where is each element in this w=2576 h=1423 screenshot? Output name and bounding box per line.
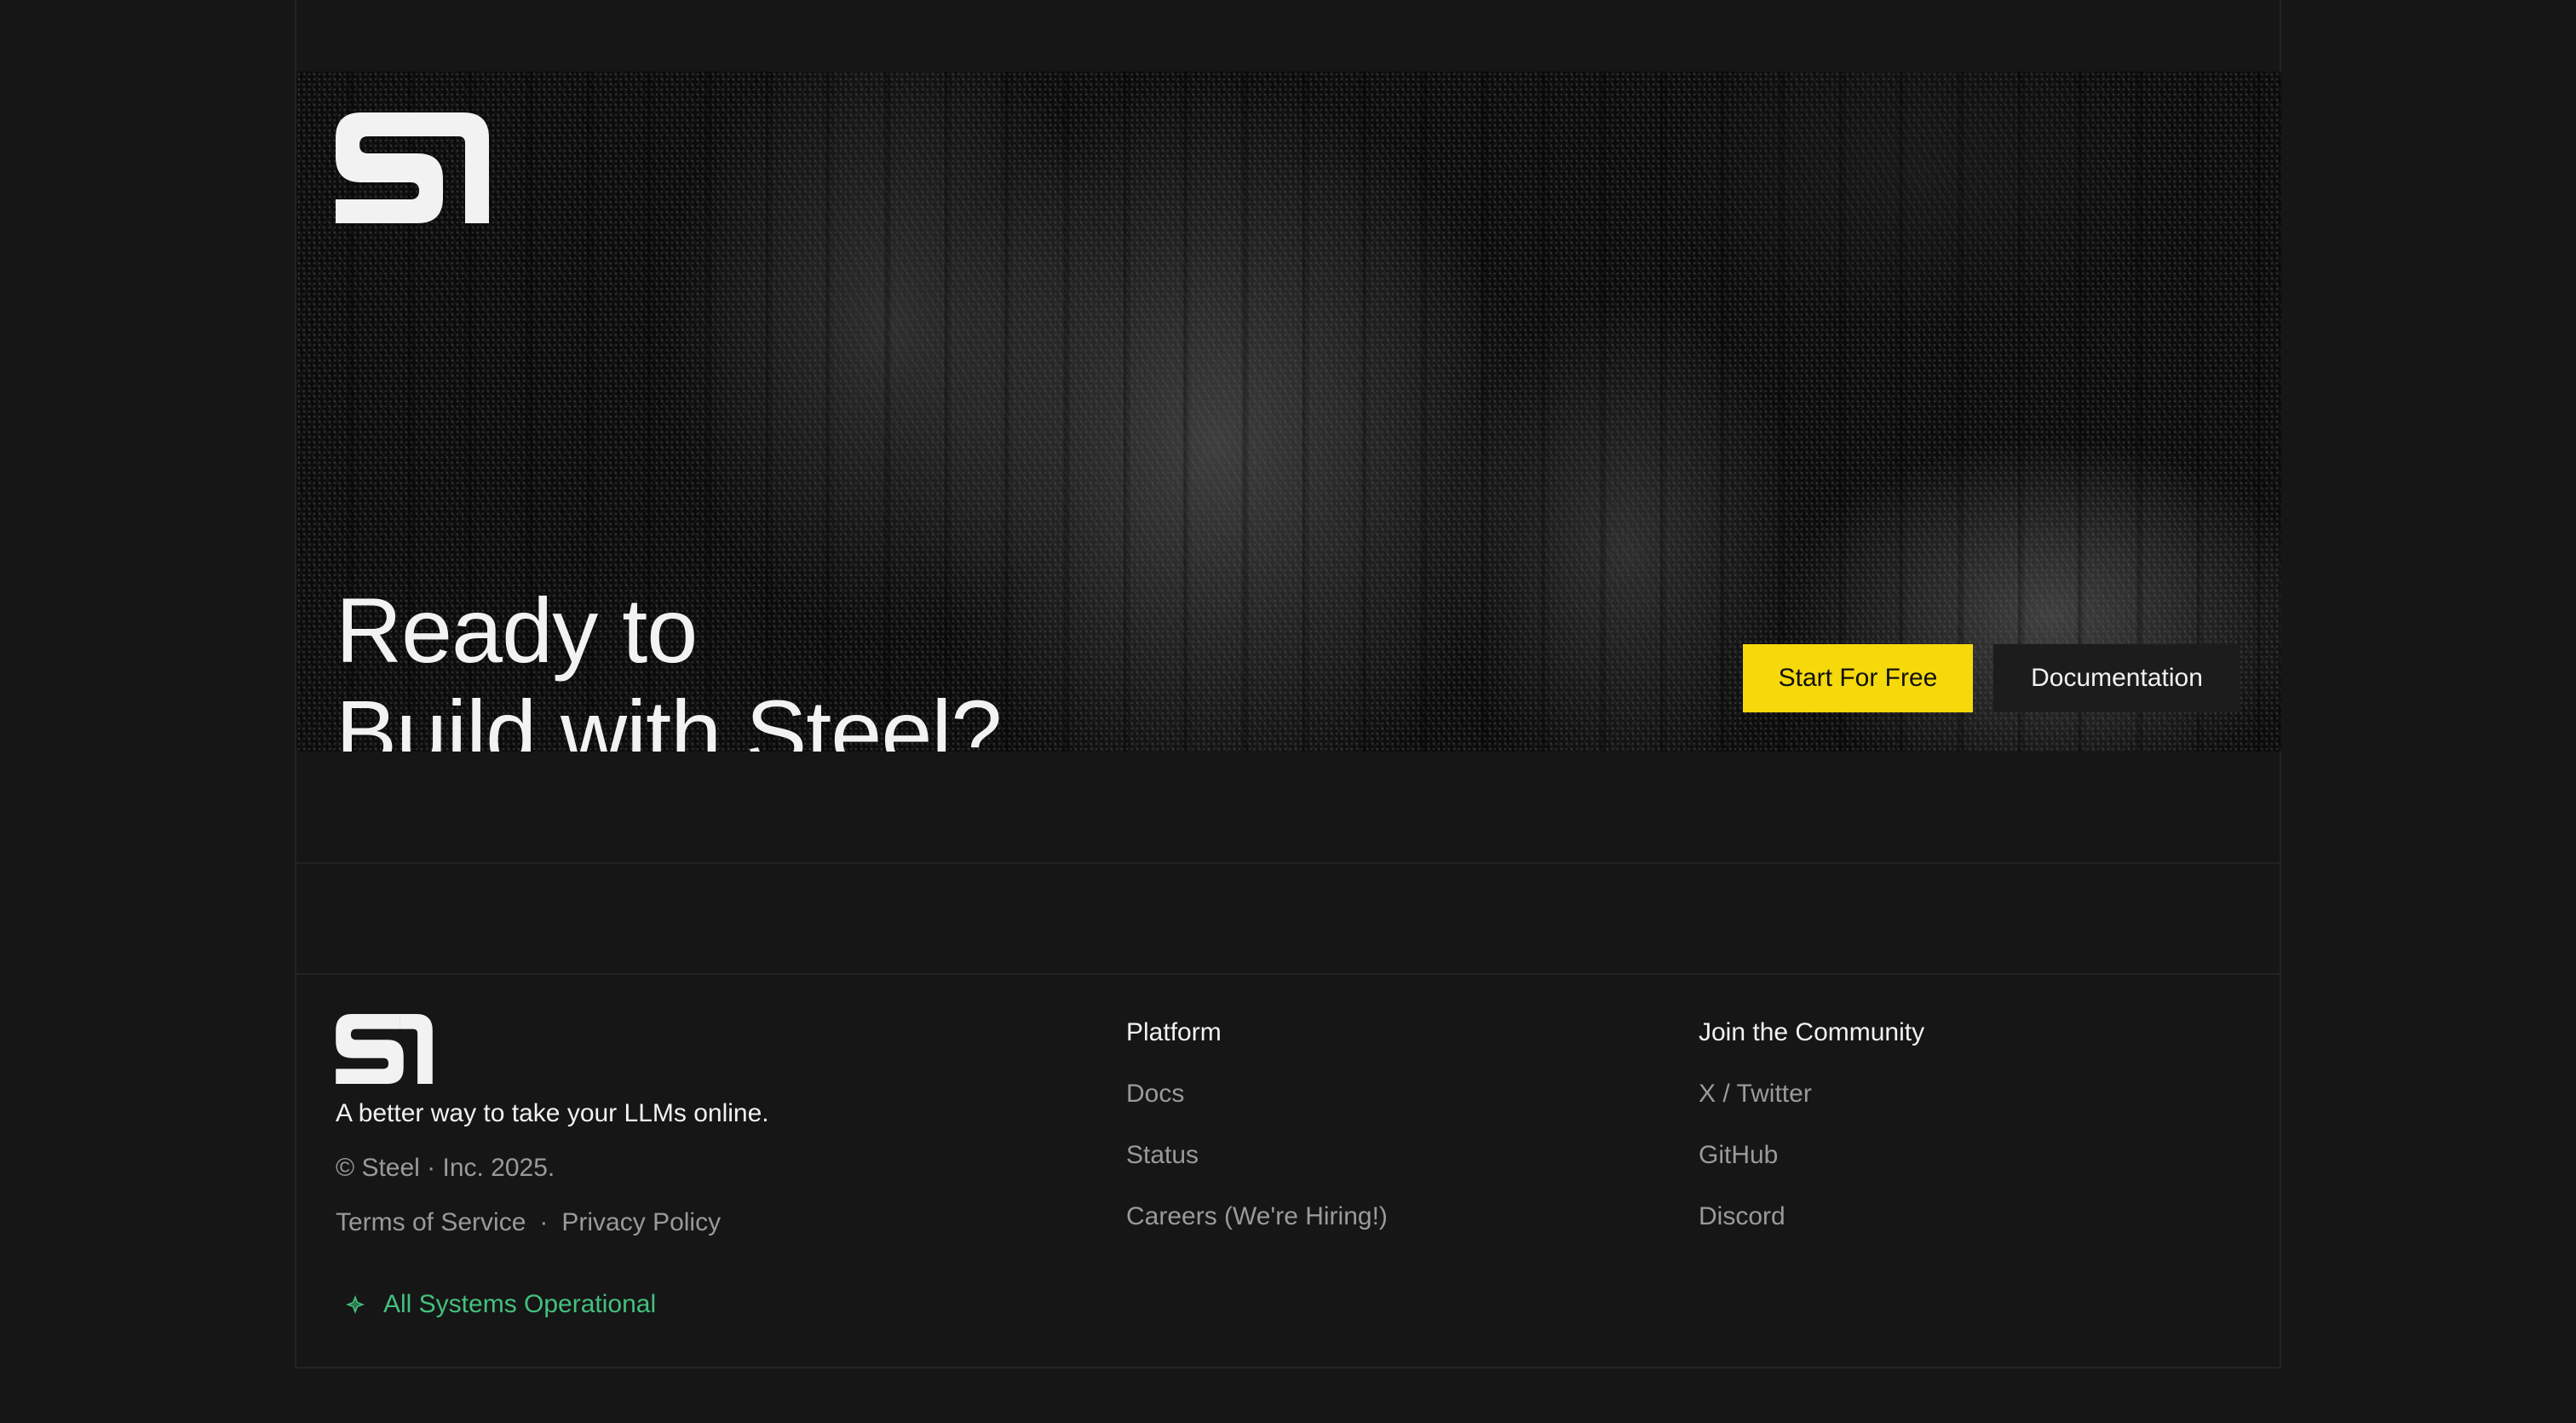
twitter-link[interactable]: X / Twitter [1699,1079,1924,1109]
cta-banner: Ready to Build with Steel? Start For Fre… [296,72,2281,752]
steel-logo-icon[interactable] [336,1014,433,1084]
github-link[interactable]: GitHub [1699,1140,1924,1171]
section-divider [296,862,2281,864]
start-for-free-button[interactable]: Start For Free [1743,644,1973,712]
page-container: Ready to Build with Steel? Start For Fre… [295,0,2281,1368]
documentation-button[interactable]: Documentation [1993,644,2240,712]
footer-copyright: © Steel · Inc. 2025. [336,1154,555,1182]
cta-heading: Ready to Build with Steel? [336,579,1002,752]
terms-of-service-link[interactable]: Terms of Service [336,1208,526,1237]
status-diamond-icon [346,1295,365,1314]
careers-link[interactable]: Careers (We're Hiring!) [1126,1201,1388,1232]
privacy-policy-link[interactable]: Privacy Policy [561,1208,721,1237]
discord-link[interactable]: Discord [1699,1201,1924,1232]
status-link[interactable]: Status [1126,1140,1388,1171]
footer-column-title: Join the Community [1699,1018,1925,1046]
steel-logo-icon[interactable] [336,112,489,223]
section-divider [296,973,2281,975]
cta-heading-line-1: Ready to [336,579,698,682]
cta-heading-line-2: Build with Steel? [336,681,1002,752]
system-status-link[interactable]: All Systems Operational [339,1290,656,1319]
docs-link[interactable]: Docs [1126,1079,1388,1109]
footer-tagline: A better way to take your LLMs online. [336,1099,769,1127]
footer-column-community: Join the Community X / Twitter GitHub Di… [1699,1017,1924,1232]
system-status-label: All Systems Operational [383,1290,657,1318]
legal-separator: · [539,1208,549,1236]
footer-column-title: Platform [1126,1018,1222,1046]
legal-links: Terms of Service · Privacy Policy [336,1208,721,1237]
footer-column-platform: Platform Docs Status Careers (We're Hiri… [1126,1017,1388,1232]
